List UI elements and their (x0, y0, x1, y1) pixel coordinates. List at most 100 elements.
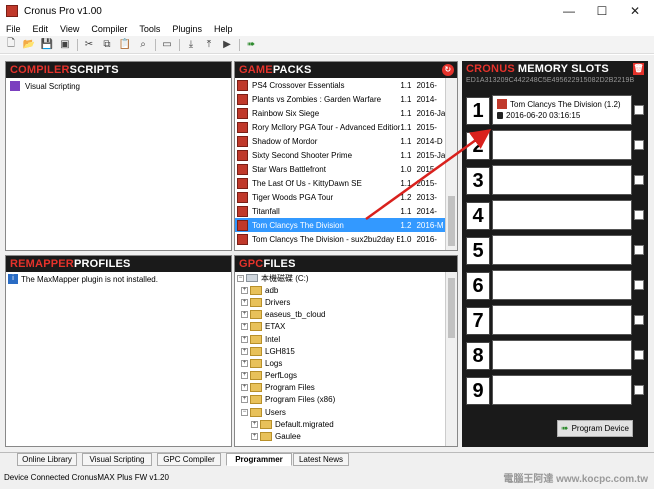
program-arrow-icon[interactable]: ➠ (244, 38, 258, 52)
slot-checkbox[interactable] (634, 140, 644, 150)
slot-checkbox[interactable] (634, 175, 644, 185)
expand-icon[interactable]: + (241, 323, 248, 331)
slot-checkbox[interactable] (634, 350, 644, 360)
tree-folder[interactable]: + ETAX (237, 321, 445, 333)
game-pack-row[interactable]: Shadow of Mordor 1.1 2014-D (235, 134, 445, 148)
game-pack-row-selected[interactable]: Tom Clancys The Division 1.2 2016-M (235, 218, 445, 232)
find-icon[interactable]: ⌕ (136, 38, 150, 52)
tree-folder[interactable]: + easeus_tb_cloud (237, 309, 445, 321)
export-icon[interactable]: ⤒ (202, 38, 216, 52)
tab-gpc-compiler[interactable]: GPC Compiler (157, 453, 221, 466)
slot-number: 3 (466, 167, 490, 195)
scrollbar-thumb[interactable] (448, 278, 455, 338)
memory-slot-2[interactable] (492, 130, 632, 160)
tree-folder[interactable]: + Logs (237, 357, 445, 369)
tree-folder[interactable]: + LGH815 (237, 345, 445, 357)
slot-checkbox[interactable] (634, 245, 644, 255)
program-device-button[interactable]: ➠ Program Device (557, 420, 633, 437)
menu-edit[interactable]: Edit (33, 24, 49, 34)
monitor-icon[interactable]: ▭ (160, 38, 174, 52)
memory-slot-6[interactable] (492, 270, 632, 300)
folder-icon (250, 346, 262, 356)
tab-online-library[interactable]: Online Library (17, 453, 77, 466)
tree-folder[interactable]: + adb (237, 284, 445, 296)
game-pack-row[interactable]: Tom Clancys The Division - sux2bu2day Ed… (235, 232, 445, 246)
save-all-icon[interactable]: ▣ (58, 38, 72, 52)
tree-folder[interactable]: + Program Files (x86) (237, 394, 445, 406)
game-pack-row[interactable]: Tiger Woods PGA Tour 1.2 2013- (235, 190, 445, 204)
visual-scripting-icon (10, 81, 20, 91)
expand-icon[interactable]: + (241, 396, 248, 404)
script-item-visual-scripting[interactable]: Visual Scripting (6, 78, 231, 94)
game-pack-icon (237, 149, 248, 161)
menu-compiler[interactable]: Compiler (91, 24, 127, 34)
expand-icon[interactable]: + (251, 420, 258, 428)
tree-folder[interactable]: − Users (237, 406, 445, 418)
memory-slot-8[interactable] (492, 340, 632, 370)
expand-icon[interactable]: + (241, 372, 248, 380)
tab-latest-news[interactable]: Latest News (293, 453, 349, 466)
expand-icon[interactable]: + (241, 298, 248, 306)
game-pack-row[interactable]: PS4 Crossover Essentials 1.1 2016- (235, 78, 445, 92)
expand-icon[interactable]: + (241, 359, 248, 367)
memory-slot-7[interactable] (492, 305, 632, 335)
expand-icon[interactable]: + (241, 335, 248, 343)
tab-programmer[interactable]: Programmer (226, 453, 292, 466)
game-pack-row[interactable]: Plants vs Zombies : Garden Warfare 1.1 201… (235, 92, 445, 106)
slot-checkbox[interactable] (634, 105, 644, 115)
memory-slot-9[interactable] (492, 375, 632, 405)
tree-label: Drivers (265, 297, 291, 307)
maximize-button[interactable]: ☐ (585, 0, 619, 22)
window-title: Cronus Pro v1.00 (24, 5, 102, 17)
game-pack-row[interactable]: Sixty Second Shooter Prime 1.1 2015-Ja (235, 148, 445, 162)
menu-view[interactable]: View (60, 24, 79, 34)
new-file-icon[interactable]: 🗋 (4, 38, 18, 52)
tree-folder[interactable]: + Gaulee (237, 430, 445, 442)
menu-help[interactable]: Help (214, 24, 233, 34)
memory-slot-5[interactable] (492, 235, 632, 265)
menu-tools[interactable]: Tools (139, 24, 160, 34)
tree-folder[interactable]: + Intel (237, 333, 445, 345)
tab-visual-scripting[interactable]: Visual Scripting (82, 453, 152, 466)
slot-checkbox[interactable] (634, 210, 644, 220)
trash-icon[interactable]: 🗑 (633, 63, 644, 75)
game-pack-row[interactable]: Star Wars Battlefront 1.0 2015 (235, 162, 445, 176)
cut-icon[interactable]: ✂ (82, 38, 96, 52)
open-folder-icon[interactable]: 📂 (22, 38, 36, 52)
minimize-button[interactable]: — (552, 0, 586, 22)
copy-icon[interactable]: ⧉ (100, 38, 114, 52)
tree-folder[interactable]: + Default.migrated (237, 418, 445, 430)
scrollbar-thumb[interactable] (448, 196, 455, 246)
expand-icon[interactable]: + (251, 433, 258, 441)
expand-icon[interactable]: + (241, 311, 248, 319)
memory-slot-3[interactable] (492, 165, 632, 195)
gpc-files-scrollbar[interactable] (445, 272, 457, 446)
menu-plugins[interactable]: Plugins (172, 24, 202, 34)
expand-icon[interactable]: + (241, 286, 248, 294)
close-button[interactable]: ✕ (618, 0, 652, 22)
paste-icon[interactable]: 📋 (118, 38, 132, 52)
refresh-icon[interactable]: ↻ (442, 64, 454, 76)
memory-slot-1[interactable]: Tom Clancys The Division (1.2) 2016-06-2… (492, 95, 632, 125)
tree-folder[interactable]: + Drivers (237, 296, 445, 308)
slot-checkbox[interactable] (634, 280, 644, 290)
slot-checkbox[interactable] (634, 385, 644, 395)
slot-checkbox[interactable] (634, 315, 644, 325)
save-icon[interactable]: 💾 (40, 38, 54, 52)
memory-slot-4[interactable] (492, 200, 632, 230)
expand-icon[interactable]: + (241, 347, 248, 355)
import-icon[interactable]: ⤓ (184, 38, 198, 52)
collapse-icon[interactable]: − (237, 274, 244, 282)
game-packs-scrollbar[interactable] (445, 78, 457, 250)
game-pack-row[interactable]: The Last Of Us - KittyDawn SE 1.1 2015- (235, 176, 445, 190)
menu-file[interactable]: File (6, 24, 21, 34)
tree-folder[interactable]: + Program Files (237, 382, 445, 394)
game-pack-row[interactable]: Rainbow Six Siege 1.1 2016-Ja (235, 106, 445, 120)
expand-icon[interactable]: + (241, 384, 248, 392)
tree-drive[interactable]: − 本機磁碟 (C:) (237, 272, 445, 284)
game-pack-row[interactable]: Titanfall 1.1 2014- (235, 204, 445, 218)
game-pack-row[interactable]: Rory McIlory PGA Tour - Advanced Edition… (235, 120, 445, 134)
collapse-icon[interactable]: − (241, 408, 248, 416)
tree-folder[interactable]: + PerfLogs (237, 370, 445, 382)
run-icon[interactable]: ▶ (220, 38, 234, 52)
